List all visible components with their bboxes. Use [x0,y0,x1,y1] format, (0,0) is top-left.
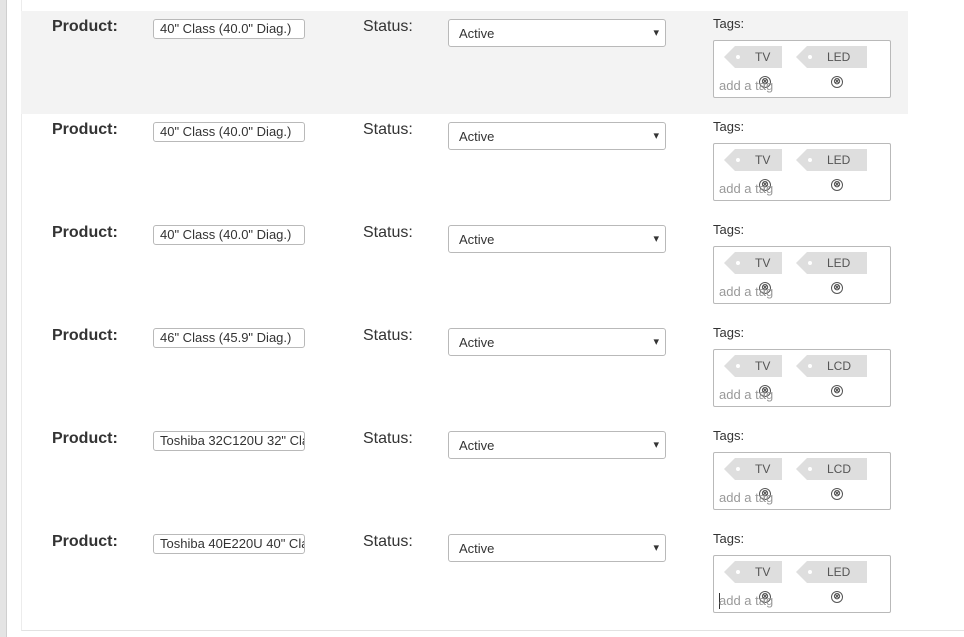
product-label: Product: [52,121,118,138]
status-label: Status: [363,121,413,138]
status-select[interactable]: Active ▾ [448,534,666,562]
tags-label: Tags: [713,16,745,31]
tag-label: TV [755,565,771,579]
status-label: Status: [363,533,413,550]
tags-input[interactable]: TV⊗ LCD ⊗ add a tag [713,349,891,407]
status-label: Status: [363,327,413,344]
chevron-down-icon: ▾ [653,439,659,451]
remove-tag-icon[interactable]: ⊗ [831,591,843,603]
tag-label: LCD [827,462,852,476]
status-value: Active [459,335,495,350]
tag-chip: TV⊗ [724,458,782,500]
product-row: Product: Toshiba 32C120U 32" Class Statu… [21,423,908,526]
status-value: Active [459,129,495,144]
tag-chip: LCD ⊗ [796,355,867,397]
status-value: Active [459,232,495,247]
tag-chip: TV⊗ [724,561,782,603]
remove-tag-icon[interactable]: ⊗ [831,179,843,191]
tags-input[interactable]: TV⊗ LED ⊗ add a tag [713,246,891,304]
left-scroll-edge [0,0,7,637]
product-name-input[interactable]: 40" Class (40.0" Diag.) [153,225,305,245]
status-label: Status: [363,18,413,35]
tag-label: LED [827,153,851,167]
tags-label: Tags: [713,119,745,134]
tag-label: LED [827,256,851,270]
add-tag-placeholder[interactable]: add a tag [719,490,773,505]
tags-input[interactable]: TV⊗ LCD ⊗ add a tag [713,452,891,510]
status-select[interactable]: Active ▾ [448,328,666,356]
tag-label: LED [827,565,851,579]
chevron-down-icon: ▾ [653,27,659,39]
tag-label: TV [755,359,771,373]
tag-chip: TV⊗ [724,355,782,397]
tag-label: LED [827,50,851,64]
product-row: Product: 40" Class (40.0" Diag.) Status:… [21,114,908,217]
add-tag-placeholder[interactable]: add a tag [719,181,773,196]
tag-label: LCD [827,359,852,373]
status-select[interactable]: Active ▾ [448,431,666,459]
tags-label: Tags: [713,531,745,546]
product-name-input[interactable]: 40" Class (40.0" Diag.) [153,19,305,39]
tag-chip: TV⊗ [724,252,782,294]
status-value: Active [459,438,495,453]
remove-tag-icon[interactable]: ⊗ [831,76,843,88]
remove-tag-icon[interactable]: ⊗ [831,282,843,294]
status-value: Active [459,26,495,41]
status-select[interactable]: Active ▾ [448,19,666,47]
product-label: Product: [52,430,118,447]
product-name-input[interactable]: 46" Class (45.9" Diag.) [153,328,305,348]
tag-chip: TV⊗ [724,149,782,191]
tag-chip: LED ⊗ [796,252,867,294]
tag-label: TV [755,153,771,167]
tag-chip: TV⊗ [724,46,782,88]
chevron-down-icon: ▾ [653,542,659,554]
tag-chip: LED ⊗ [796,46,867,88]
chevron-down-icon: ▾ [653,336,659,348]
tags-label: Tags: [713,428,745,443]
tag-chip: LED ⊗ [796,561,867,603]
add-tag-placeholder[interactable]: add a tag [719,284,773,299]
product-name-input[interactable]: 40" Class (40.0" Diag.) [153,122,305,142]
tag-label: TV [755,256,771,270]
tag-label: TV [755,462,771,476]
chevron-down-icon: ▾ [653,130,659,142]
product-row: Product: 40" Class (40.0" Diag.) Status:… [21,11,908,114]
tag-chip: LED ⊗ [796,149,867,191]
product-row: Product: Toshiba 40E220U 40" Class Statu… [21,526,908,629]
tag-label: TV [755,50,771,64]
status-select[interactable]: Active ▾ [448,122,666,150]
add-tag-placeholder[interactable]: add a tag [719,593,773,608]
product-label: Product: [52,533,118,550]
product-name-input[interactable]: Toshiba 40E220U 40" Class [153,534,305,554]
product-row: Product: 46" Class (45.9" Diag.) Status:… [21,320,908,423]
remove-tag-icon[interactable]: ⊗ [831,385,843,397]
status-value: Active [459,541,495,556]
tags-input[interactable]: TV⊗ LED ⊗ add a tag [713,143,891,201]
tags-input[interactable]: TV⊗ LED ⊗ add a tag [713,555,891,613]
status-select[interactable]: Active ▾ [448,225,666,253]
add-tag-placeholder[interactable]: add a tag [719,78,773,93]
chevron-down-icon: ▾ [653,233,659,245]
product-label: Product: [52,224,118,241]
status-label: Status: [363,430,413,447]
add-tag-placeholder[interactable]: add a tag [719,387,773,402]
product-label: Product: [52,18,118,35]
remove-tag-icon[interactable]: ⊗ [831,488,843,500]
tags-input[interactable]: TV⊗ LED ⊗ add a tag [713,40,891,98]
product-row: Product: 40" Class (40.0" Diag.) Status:… [21,217,908,320]
product-name-input[interactable]: Toshiba 32C120U 32" Class [153,431,305,451]
status-label: Status: [363,224,413,241]
tags-label: Tags: [713,325,745,340]
tags-label: Tags: [713,222,745,237]
tag-chip: LCD ⊗ [796,458,867,500]
product-label: Product: [52,327,118,344]
